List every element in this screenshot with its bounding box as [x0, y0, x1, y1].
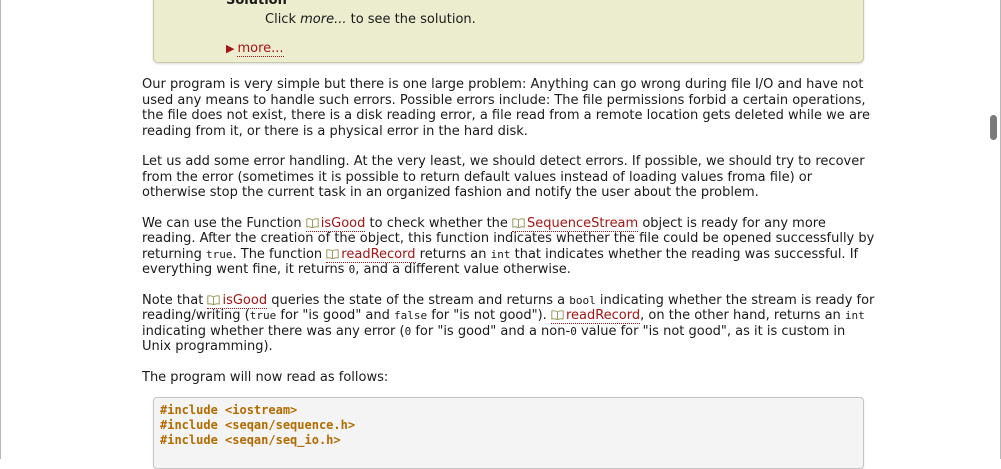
code-int: int: [490, 247, 511, 261]
link-readrecord-label: readRecord: [341, 246, 416, 262]
paragraph-program-intro: The program will now read as follows:: [142, 369, 389, 385]
code-int: int: [844, 309, 865, 322]
scrollbar-thumb[interactable]: [990, 115, 997, 140]
code-block[interactable]: #include <iostream> #include <seqan/sequ…: [153, 397, 864, 469]
text-span: returns an: [415, 246, 491, 262]
paragraph-errors: Our program is very simple but there is …: [142, 77, 870, 139]
text-span: We can use the Function: [142, 215, 306, 231]
text-span: for "is good" and a non-: [411, 323, 571, 339]
triangle-right-icon: ▶: [226, 42, 235, 55]
link-readrecord-2-label: readRecord: [565, 308, 641, 323]
solution-hint-em: more...: [300, 12, 347, 27]
solution-hint: Click more... to see the solution.: [265, 12, 476, 28]
link-sequencestream-label: SequenceStream: [527, 215, 639, 231]
code-true: true: [205, 247, 233, 261]
text-span: Note that: [142, 292, 208, 308]
link-isgood-label: isGood: [320, 215, 366, 231]
paragraph-isgood: We can use the Function isGood to check …: [142, 215, 877, 278]
code-line-2: #include <seqan/sequence.h>: [160, 418, 356, 432]
text-span: . The function: [232, 246, 327, 262]
more-label: more...: [237, 41, 284, 57]
solution-title: Solution: [226, 0, 287, 8]
tutorial-content: Our program is very simple but there is …: [142, 77, 877, 400]
solution-hint-suffix: to see the solution.: [346, 12, 476, 27]
code-line-3: #include <seqan/seq_io.h>: [160, 433, 341, 447]
book-icon: [551, 310, 564, 320]
text-span: indicating whether there was any error (: [142, 323, 405, 339]
code-true: true: [249, 309, 277, 322]
text-span: for "is good" and: [276, 308, 395, 323]
text-span: , and a different value otherwise.: [355, 262, 571, 277]
text-span: for "is not good").: [427, 308, 551, 323]
link-isgood-2-label: isGood: [222, 292, 268, 308]
text-span: to check whether the: [365, 215, 513, 231]
text-span: queries the state of the stream and retu…: [267, 292, 570, 308]
link-readrecord[interactable]: readRecord: [326, 246, 416, 263]
paragraph-note: Note that isGood queries the state of th…: [142, 292, 877, 355]
text-span: , on the other hand, returns an: [640, 308, 845, 323]
code-line-1: #include <iostream>: [160, 403, 298, 417]
solution-hint-prefix: Click: [265, 12, 301, 27]
book-icon: [512, 217, 525, 228]
window-left-border: [0, 0, 1, 459]
solution-box: Solution Click more... to see the soluti…: [153, 0, 864, 63]
book-icon: [326, 248, 339, 259]
paragraph-error-handling: Let us add some error handling. At the v…: [142, 154, 865, 200]
code-zero: 0: [570, 324, 577, 338]
book-icon: [306, 217, 319, 228]
link-readrecord-2[interactable]: readRecord: [550, 308, 641, 324]
book-icon: [207, 294, 221, 305]
link-isgood-2[interactable]: isGood: [207, 292, 268, 309]
code-false: false: [394, 309, 428, 322]
link-sequencestream[interactable]: SequenceStream: [512, 215, 639, 232]
code-bool: bool: [569, 293, 596, 307]
link-isgood[interactable]: isGood: [305, 215, 366, 232]
code-listing: #include <iostream> #include <seqan/sequ…: [160, 403, 355, 448]
more-toggle-link[interactable]: ▶ more...: [226, 41, 284, 57]
